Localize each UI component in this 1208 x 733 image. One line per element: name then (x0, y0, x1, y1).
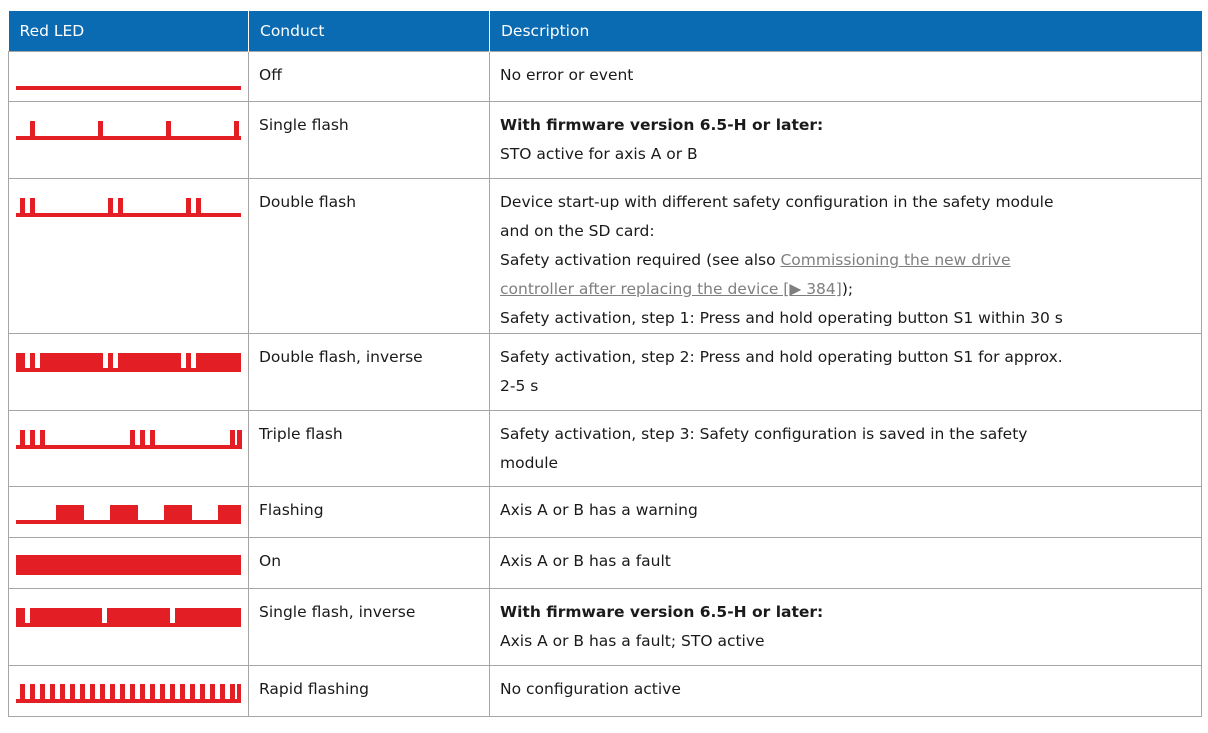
led-rapid-flashing-pattern-icon (16, 684, 241, 703)
table-row: Triple flash Safety activation, step 3: … (8, 410, 1202, 487)
description-cell: Axis A or B has a fault (489, 537, 1202, 589)
table-row: Double flash Device start-up with differ… (8, 178, 1202, 334)
description-text-fragment: ); (841, 280, 854, 298)
led-flashing-pattern-icon (16, 505, 241, 524)
commissioning-link-continued[interactable]: controller after replacing the device [▶… (500, 280, 842, 298)
led-pattern-cell (8, 51, 249, 102)
led-pattern-cell (8, 178, 249, 334)
description-text: module (500, 454, 559, 472)
column-header-red-led: Red LED (8, 11, 249, 52)
description-text: controller after replacing the device [▶… (500, 275, 1193, 304)
description-cell: Safety activation, step 3: Safety config… (489, 410, 1202, 487)
led-single-flash-pattern-icon (16, 121, 241, 140)
description-text-fragment: Safety activation required (see also (500, 251, 781, 269)
description-text: Safety activation, step 2: Press and hol… (500, 348, 1063, 366)
led-pattern-cell (8, 537, 249, 589)
description-text: Axis A or B has a fault (500, 552, 671, 570)
conduct-cell: Single flash, inverse (248, 588, 490, 666)
led-pattern-cell (8, 665, 249, 717)
description-cell: Safety activation, step 2: Press and hol… (489, 333, 1202, 411)
conduct-cell: Flashing (248, 486, 490, 538)
description-cell: With firmware version 6.5-H or later: ST… (489, 101, 1202, 179)
description-text: 2-5 s (500, 377, 539, 395)
led-pattern-cell (8, 333, 249, 411)
description-text: Safety activation, step 3: Safety config… (500, 425, 1028, 443)
description-text: Safety activation, step 1: Press and hol… (500, 309, 1063, 327)
table-row: Off No error or event (8, 51, 1202, 102)
column-header-conduct: Conduct (248, 11, 490, 52)
led-pattern-cell (8, 486, 249, 538)
table-row: Rapid flashing No configuration active (8, 665, 1202, 717)
description-text: and on the SD card: (500, 222, 655, 240)
table-row: Single flash With firmware version 6.5-H… (8, 101, 1202, 179)
description-text: STO active for axis A or B (500, 145, 698, 163)
description-cell: No configuration active (489, 665, 1202, 717)
description-cell: Device start-up with different safety co… (489, 178, 1202, 334)
conduct-cell: Double flash, inverse (248, 333, 490, 411)
table-row: Single flash, inverse With firmware vers… (8, 588, 1202, 666)
conduct-cell: On (248, 537, 490, 589)
table-row: Double flash, inverse Safety activation,… (8, 333, 1202, 411)
table-header-row: Red LED Conduct Description (8, 11, 1202, 52)
firmware-note: With firmware version 6.5-H or later: (500, 603, 824, 621)
description-text: Axis A or B has a warning (500, 501, 698, 519)
description-text: Safety activation required (see also Com… (500, 246, 1193, 275)
conduct-cell: Double flash (248, 178, 490, 334)
conduct-cell: Rapid flashing (248, 665, 490, 717)
description-cell: With firmware version 6.5-H or later: Ax… (489, 588, 1202, 666)
table-row: Flashing Axis A or B has a warning (8, 486, 1202, 538)
description-text: No error or event (500, 66, 634, 84)
led-triple-flash-pattern-icon (16, 430, 242, 449)
led-on-pattern-icon (16, 555, 241, 575)
led-status-table: Red LED Conduct Description Off No error… (8, 11, 1202, 717)
led-double-flash-inverse-pattern-icon (16, 353, 241, 372)
led-double-flash-pattern-icon (16, 198, 241, 217)
conduct-cell: Off (248, 51, 490, 102)
firmware-note: With firmware version 6.5-H or later: (500, 116, 824, 134)
commissioning-link[interactable]: Commissioning the new drive (780, 251, 1010, 269)
conduct-cell: Single flash (248, 101, 490, 179)
description-text: Axis A or B has a fault; STO active (500, 632, 765, 650)
conduct-cell: Triple flash (248, 410, 490, 487)
description-text: Device start-up with different safety co… (500, 193, 1054, 211)
led-off-pattern-icon (16, 86, 241, 90)
led-pattern-cell (8, 410, 249, 487)
description-cell: Axis A or B has a warning (489, 486, 1202, 538)
column-header-description: Description (489, 11, 1202, 52)
led-pattern-cell (8, 101, 249, 179)
led-pattern-cell (8, 588, 249, 666)
description-cell: No error or event (489, 51, 1202, 102)
led-single-flash-inverse-pattern-icon (16, 608, 241, 627)
table-row: On Axis A or B has a fault (8, 537, 1202, 589)
description-text: No configuration active (500, 680, 681, 698)
